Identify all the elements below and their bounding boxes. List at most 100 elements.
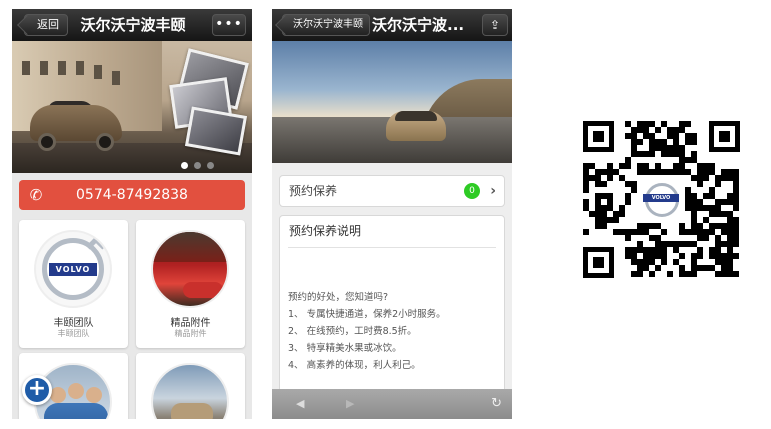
tile-title: 精品附件 — [170, 318, 211, 329]
staff-face — [68, 383, 84, 399]
phone-screen-booking: 沃尔沃宁波丰颐 沃尔沃宁波... ⇪ 预约保养 0 › 预约保养说明 预约的好处… — [272, 9, 512, 419]
qr-finder-pattern — [709, 121, 740, 152]
tile-subtitle: 丰颐团队 — [57, 329, 90, 338]
volvo-logo: VOLVO — [42, 236, 106, 300]
qr-module — [691, 271, 697, 277]
qr-module — [649, 151, 655, 157]
more-menu-button[interactable]: ••• — [212, 14, 246, 36]
nav-bar: 返回 沃尔沃宁波丰颐 ••• — [12, 9, 252, 41]
info-line: 预约的好处，您知道吗? — [288, 292, 389, 303]
share-icon: ⇪ — [489, 18, 501, 32]
staff-uniforms — [44, 403, 108, 419]
qr-module — [733, 205, 739, 211]
back-button-label: 沃尔沃宁波丰颐 — [293, 19, 363, 30]
info-line: 2、 在线预约，工时费8.5折。 — [288, 326, 417, 337]
qr-module — [583, 187, 589, 193]
info-line: 4、 高素养的体现，利人利己。 — [288, 360, 421, 371]
car-wheel — [38, 133, 56, 151]
info-line: 3、 特享精美水果或冰饮。 — [288, 343, 402, 354]
building-window — [58, 61, 66, 75]
qr-module — [613, 217, 619, 223]
staff-face — [50, 387, 66, 403]
qr-module — [703, 175, 709, 181]
qr-module — [619, 211, 625, 217]
back-button[interactable]: 返回 — [24, 14, 68, 36]
qr-module — [733, 271, 739, 277]
booking-row[interactable]: 预约保养 0 › — [279, 175, 505, 207]
browser-toolbar: ◀ ▶ ↻ — [272, 389, 512, 419]
phone-screen-home: 返回 沃尔沃宁波丰颐 ••• ✆ 0574-87492838 VOLVO 丰颐团… — [12, 9, 252, 419]
volvo-arrow-icon — [86, 236, 106, 256]
carousel-dot[interactable] — [181, 162, 188, 169]
qr-module — [679, 253, 685, 259]
qr-module — [667, 271, 673, 277]
carousel-dot[interactable] — [207, 162, 214, 169]
add-button[interactable]: + — [22, 375, 52, 405]
qr-module — [691, 139, 697, 145]
tile-team[interactable]: VOLVO 丰颐团队 丰颐团队 — [19, 220, 128, 348]
qr-module — [583, 229, 589, 235]
qr-module — [637, 139, 643, 145]
qr-module — [625, 235, 631, 241]
staff-face — [86, 387, 102, 403]
building-window — [112, 71, 120, 85]
qr-finder-pattern — [583, 121, 614, 152]
qr-module — [715, 181, 721, 187]
banner-carousel[interactable] — [12, 41, 252, 173]
page-title: 沃尔沃宁波丰颐 — [80, 16, 186, 34]
qr-module — [649, 271, 655, 277]
info-title: 预约保养说明 — [289, 224, 362, 238]
booking-label: 预约保养 — [289, 184, 338, 198]
car-photo-body — [171, 403, 213, 419]
qr-module — [625, 199, 631, 205]
browser-forward-icon[interactable]: ▶ — [346, 389, 354, 419]
phone-number: 0574-87492838 — [76, 187, 188, 203]
qr-module — [661, 259, 667, 265]
building-window — [22, 61, 30, 75]
qr-module — [607, 175, 613, 181]
tile-image: VOLVO — [34, 230, 112, 308]
qr-module — [625, 163, 631, 169]
qr-module — [733, 253, 739, 259]
building-window — [94, 65, 102, 79]
qr-module — [685, 121, 691, 127]
browser-back-icon[interactable]: ◀ — [296, 389, 304, 419]
qr-module — [697, 253, 703, 259]
carousel-indicator — [181, 162, 214, 169]
qr-module — [733, 241, 739, 247]
tile-image — [151, 363, 229, 419]
tile-image — [151, 230, 229, 308]
back-button-label: 返回 — [37, 18, 59, 31]
page-title: 沃尔沃宁波... — [372, 16, 465, 34]
chevron-right-icon: › — [490, 183, 496, 199]
building-window — [40, 61, 48, 75]
carousel-dot[interactable] — [194, 162, 201, 169]
qr-module — [637, 271, 643, 277]
building-window — [76, 61, 84, 75]
qr-volvo-logo: VOLVO — [641, 179, 681, 219]
qr-module — [697, 181, 703, 187]
car-wheel — [96, 133, 114, 151]
back-button[interactable]: 沃尔沃宁波丰颐 — [282, 14, 370, 36]
qr-module — [655, 127, 661, 133]
qr-code: VOLVO — [583, 121, 740, 278]
banner-image — [272, 41, 512, 163]
qr-module — [703, 235, 709, 241]
refresh-icon[interactable]: ↻ — [491, 389, 502, 419]
red-car-roof — [153, 232, 227, 262]
tile-accessories[interactable]: 精品附件 精品附件 — [136, 220, 245, 348]
qr-module — [601, 181, 607, 187]
car-glass — [395, 111, 437, 121]
divider — [288, 247, 496, 248]
booking-info-card: 预约保养说明 预约的好处，您知道吗? 1、 专属快捷通道，保养2小时服务。 2、… — [279, 215, 505, 405]
qr-finder-pattern — [583, 247, 614, 278]
tile-subtitle: 精品附件 — [174, 329, 207, 338]
tile-cars[interactable] — [136, 353, 245, 419]
nav-bar: 沃尔沃宁波丰颐 沃尔沃宁波... ⇪ — [272, 9, 512, 41]
qr-logo-text: VOLVO — [643, 194, 679, 202]
call-button[interactable]: ✆ 0574-87492838 — [19, 180, 245, 210]
tile-title: 丰颐团队 — [53, 318, 94, 329]
volvo-logo-text: VOLVO — [49, 263, 97, 276]
red-car-body — [183, 282, 223, 298]
share-button[interactable]: ⇪ — [482, 14, 508, 36]
